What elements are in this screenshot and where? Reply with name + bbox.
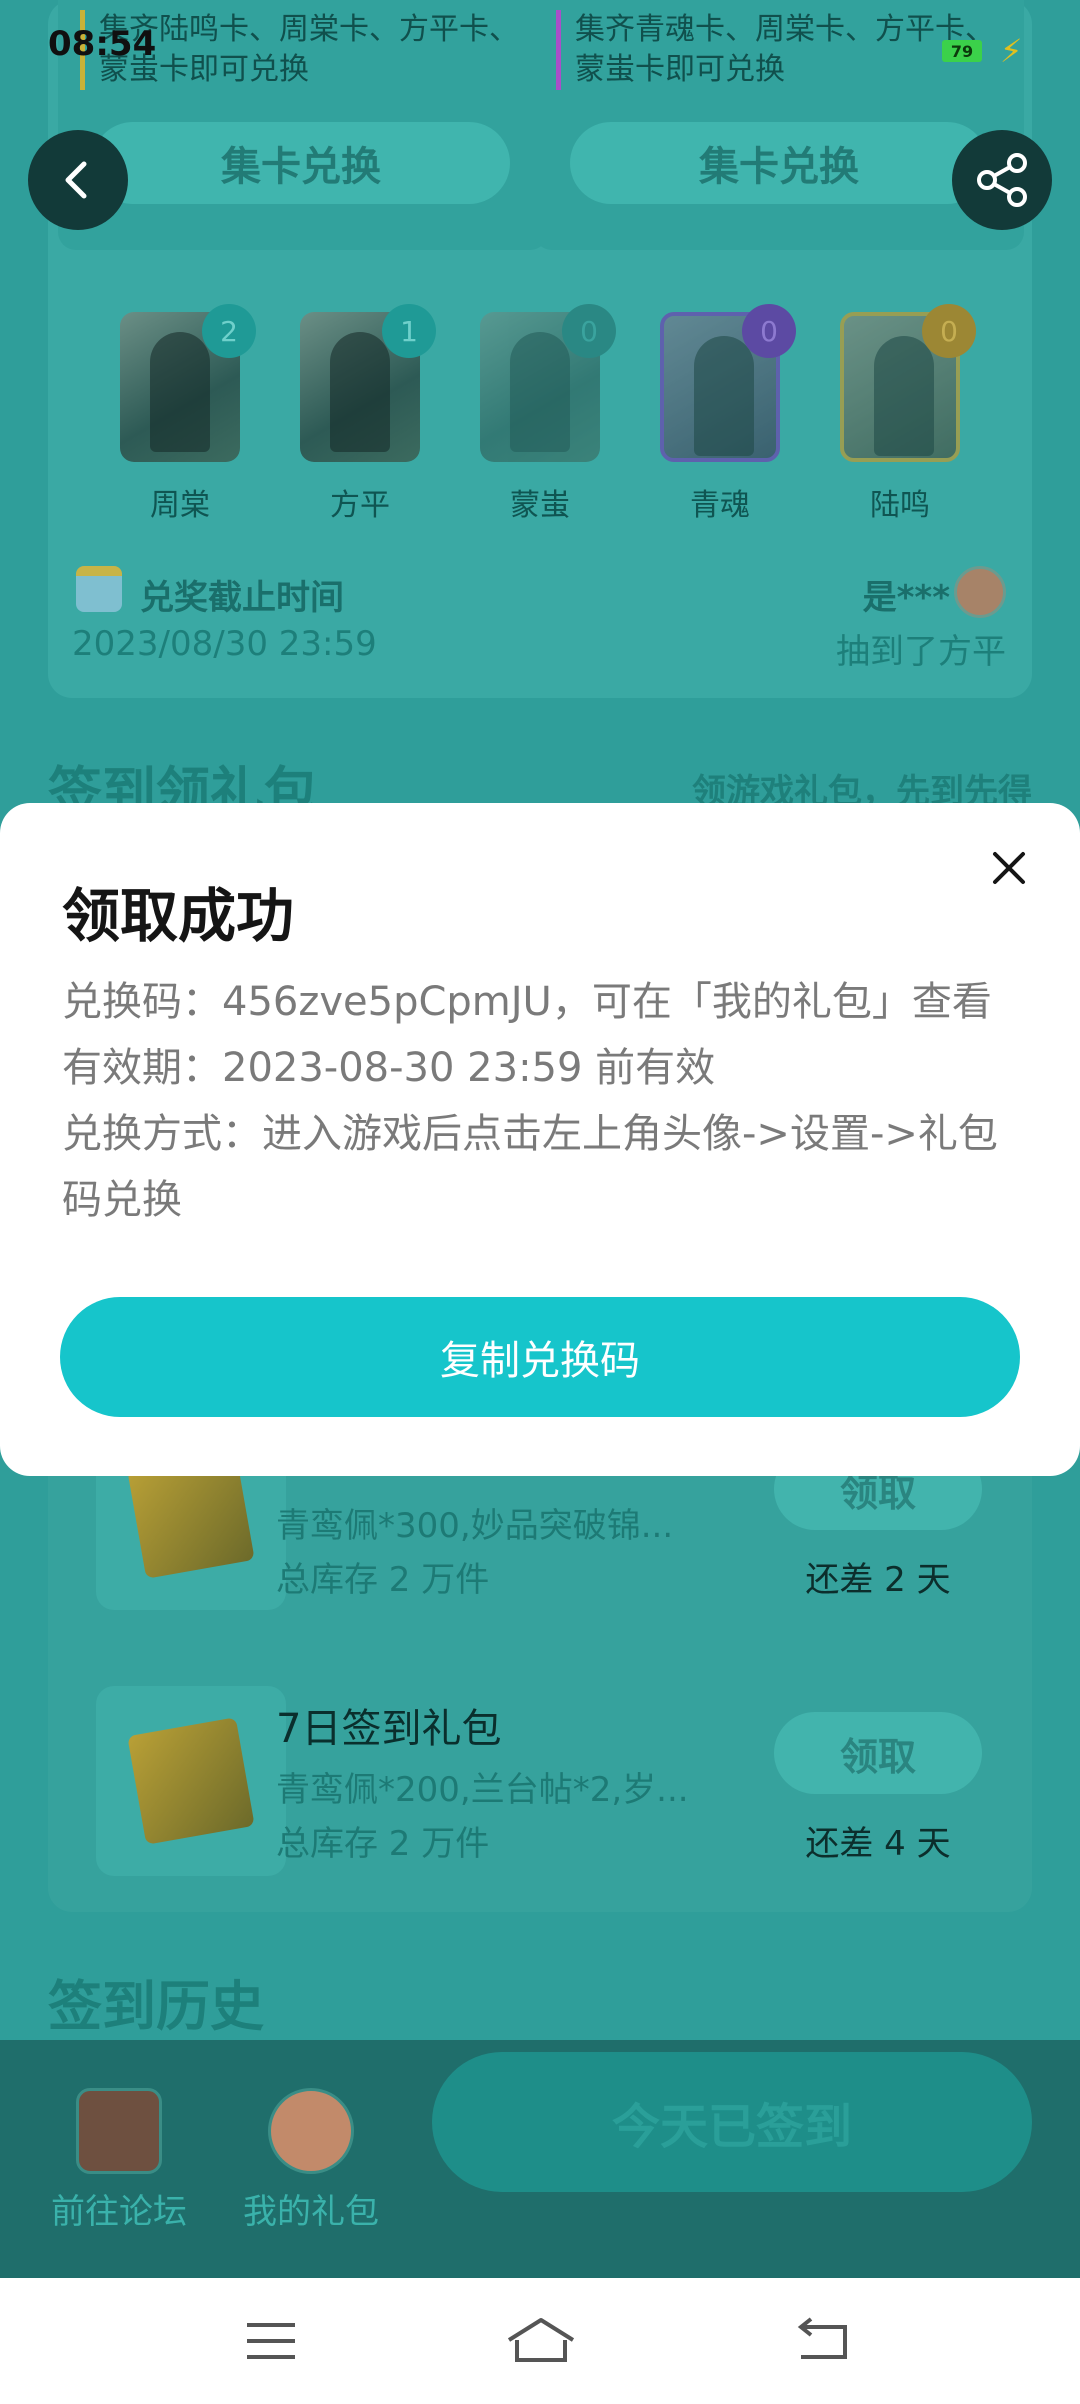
card-name: 青魂 — [690, 488, 750, 523]
card-name: 陆鸣 — [870, 488, 930, 523]
winner-name: 是*** — [862, 578, 950, 618]
menu-icon — [247, 2323, 295, 2359]
card-slot-qinghun[interactable]: 0 青魂 — [660, 304, 796, 524]
battery-icon: 79 — [942, 40, 982, 62]
forum-avatar — [76, 2088, 162, 2174]
card-exchange-button[interactable]: 集卡兑换 — [92, 122, 510, 204]
my-gifts-button[interactable]: 我的礼包 — [236, 2088, 386, 2233]
card-count-badge: 0 — [742, 304, 796, 358]
card-slot-luming[interactable]: 0 陆鸣 — [840, 304, 976, 524]
days-left: 还差 2 天 — [805, 1560, 951, 1600]
card-count-badge: 2 — [202, 304, 256, 358]
home-nav-button[interactable] — [486, 2306, 596, 2376]
calendar-icon — [76, 566, 122, 612]
back-arrow-icon — [65, 161, 87, 199]
card-exchange-button[interactable]: 集卡兑换 — [570, 122, 988, 204]
card-count-badge: 0 — [922, 304, 976, 358]
redeem-method-line: 兑换方式：进入游戏后点击左上角头像->设置->礼包码兑换 — [62, 1111, 998, 1223]
status-bar: 08:54 79 ⚡ — [0, 0, 1080, 80]
success-dialog: 领取成功 兑换码：456zve5pCpmJU，可在「我的礼包」查看 有效期：20… — [0, 803, 1080, 1476]
share-icon — [977, 153, 1027, 207]
charging-icon: ⚡ — [1000, 32, 1023, 70]
status-time: 08:54 — [48, 24, 157, 64]
card-count-badge: 1 — [382, 304, 436, 358]
winner-text: 抽到了方平 — [836, 632, 1006, 672]
signed-today-button[interactable]: 今天已签到 — [432, 2052, 1032, 2192]
card-slot-mengchi[interactable]: 0 蒙蚩 — [480, 304, 616, 524]
history-title: 签到历史 — [48, 1975, 264, 2038]
redeem-code-line: 兑换码：456zve5pCpmJU，可在「我的礼包」查看 — [62, 979, 992, 1025]
close-button[interactable] — [974, 833, 1044, 903]
share-button[interactable] — [952, 130, 1052, 230]
gift-thumbnail — [96, 1686, 286, 1876]
validity-line: 有效期：2023-08-30 23:59 前有效 — [62, 1045, 716, 1091]
days-left: 还差 4 天 — [805, 1824, 951, 1864]
system-nav-bar — [0, 2278, 1080, 2404]
close-icon — [993, 852, 1025, 884]
gift-title: 7日签到礼包 — [276, 1706, 502, 1752]
gift-stock: 总库存 2 万件 — [276, 1824, 490, 1864]
forum-button[interactable]: 前往论坛 — [44, 2088, 194, 2233]
card-name: 周棠 — [150, 488, 210, 523]
card-count-badge: 0 — [562, 304, 616, 358]
deadline-date: 2023/08/30 23:59 — [72, 624, 377, 664]
card-name: 方平 — [330, 488, 390, 523]
winner-avatar — [954, 566, 1006, 618]
gift-description: 青鸾佩*300,妙品突破锦... — [276, 1506, 674, 1546]
return-icon — [797, 2317, 847, 2359]
gift-stock: 总库存 2 万件 — [276, 1560, 490, 1600]
card-name: 蒙蚩 — [510, 488, 570, 523]
home-icon — [507, 2318, 575, 2362]
gift-description: 青鸾佩*200,兰台帖*2,岁... — [276, 1770, 689, 1810]
dialog-title: 领取成功 — [62, 882, 295, 950]
my-gifts-label: 我的礼包 — [243, 2192, 379, 2232]
menu-nav-button[interactable] — [216, 2306, 326, 2376]
dialog-body: 兑换码：456zve5pCpmJU，可在「我的礼包」查看 有效期：2023-08… — [62, 969, 1022, 1233]
deadline-label: 兑奖截止时间 — [140, 578, 344, 618]
claim-button[interactable]: 领取 — [774, 1712, 982, 1794]
back-button[interactable] — [28, 130, 128, 230]
card-slot-fangping[interactable]: 1 方平 — [300, 304, 436, 524]
back-nav-button[interactable] — [768, 2306, 878, 2376]
gift-avatar — [268, 2088, 354, 2174]
copy-code-button[interactable]: 复制兑换码 — [60, 1297, 1020, 1417]
card-slot-zhoutang[interactable]: 2 周棠 — [120, 304, 256, 524]
forum-label: 前往论坛 — [51, 2192, 187, 2232]
